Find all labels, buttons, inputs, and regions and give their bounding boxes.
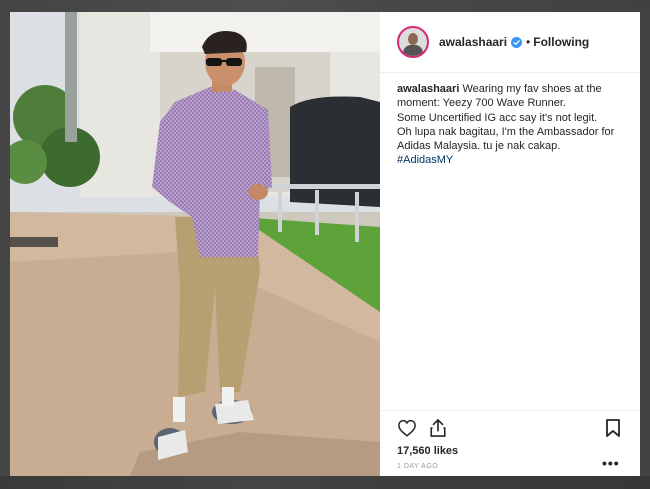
heart-icon[interactable] [397, 419, 417, 437]
share-icon[interactable] [429, 418, 447, 438]
photo-illustration [10, 12, 380, 476]
post-side-panel: awalashaari • Following awalashaari Wear… [380, 12, 640, 476]
post-modal: awalashaari • Following awalashaari Wear… [10, 12, 640, 476]
bookmark-icon[interactable] [605, 418, 621, 438]
post-header: awalashaari • Following [380, 12, 640, 73]
avatar[interactable] [397, 26, 429, 58]
post-caption: awalashaari Wearing my fav shoes at the … [397, 82, 629, 168]
verified-badge-icon [511, 36, 523, 48]
post-date: 1 DAY AGO [397, 463, 439, 470]
hashtag-link[interactable]: #AdidasMY [397, 153, 629, 167]
backdrop-bottom [0, 476, 650, 489]
likes-count[interactable]: 17,560 likes [397, 445, 458, 457]
caption-line-3: Oh lupa nak bagitau, I'm the Ambassador … [397, 125, 615, 153]
more-options-icon[interactable]: ••• [602, 455, 620, 471]
follow-separator: • [526, 35, 531, 49]
backdrop-right [640, 12, 650, 476]
post-photo[interactable] [10, 12, 380, 476]
avatar-body [403, 45, 423, 56]
caption-username[interactable]: awalashaari [397, 83, 459, 95]
post-actions: 17,560 likes 1 DAY AGO ••• [380, 410, 640, 477]
following-button[interactable]: Following [533, 35, 589, 49]
username-link[interactable]: awalashaari [439, 35, 507, 49]
backdrop-left [0, 12, 10, 476]
backdrop-top [0, 0, 650, 12]
avatar-face [408, 33, 418, 45]
caption-line-2: Some Uncertified IG acc say it's not leg… [397, 111, 598, 124]
